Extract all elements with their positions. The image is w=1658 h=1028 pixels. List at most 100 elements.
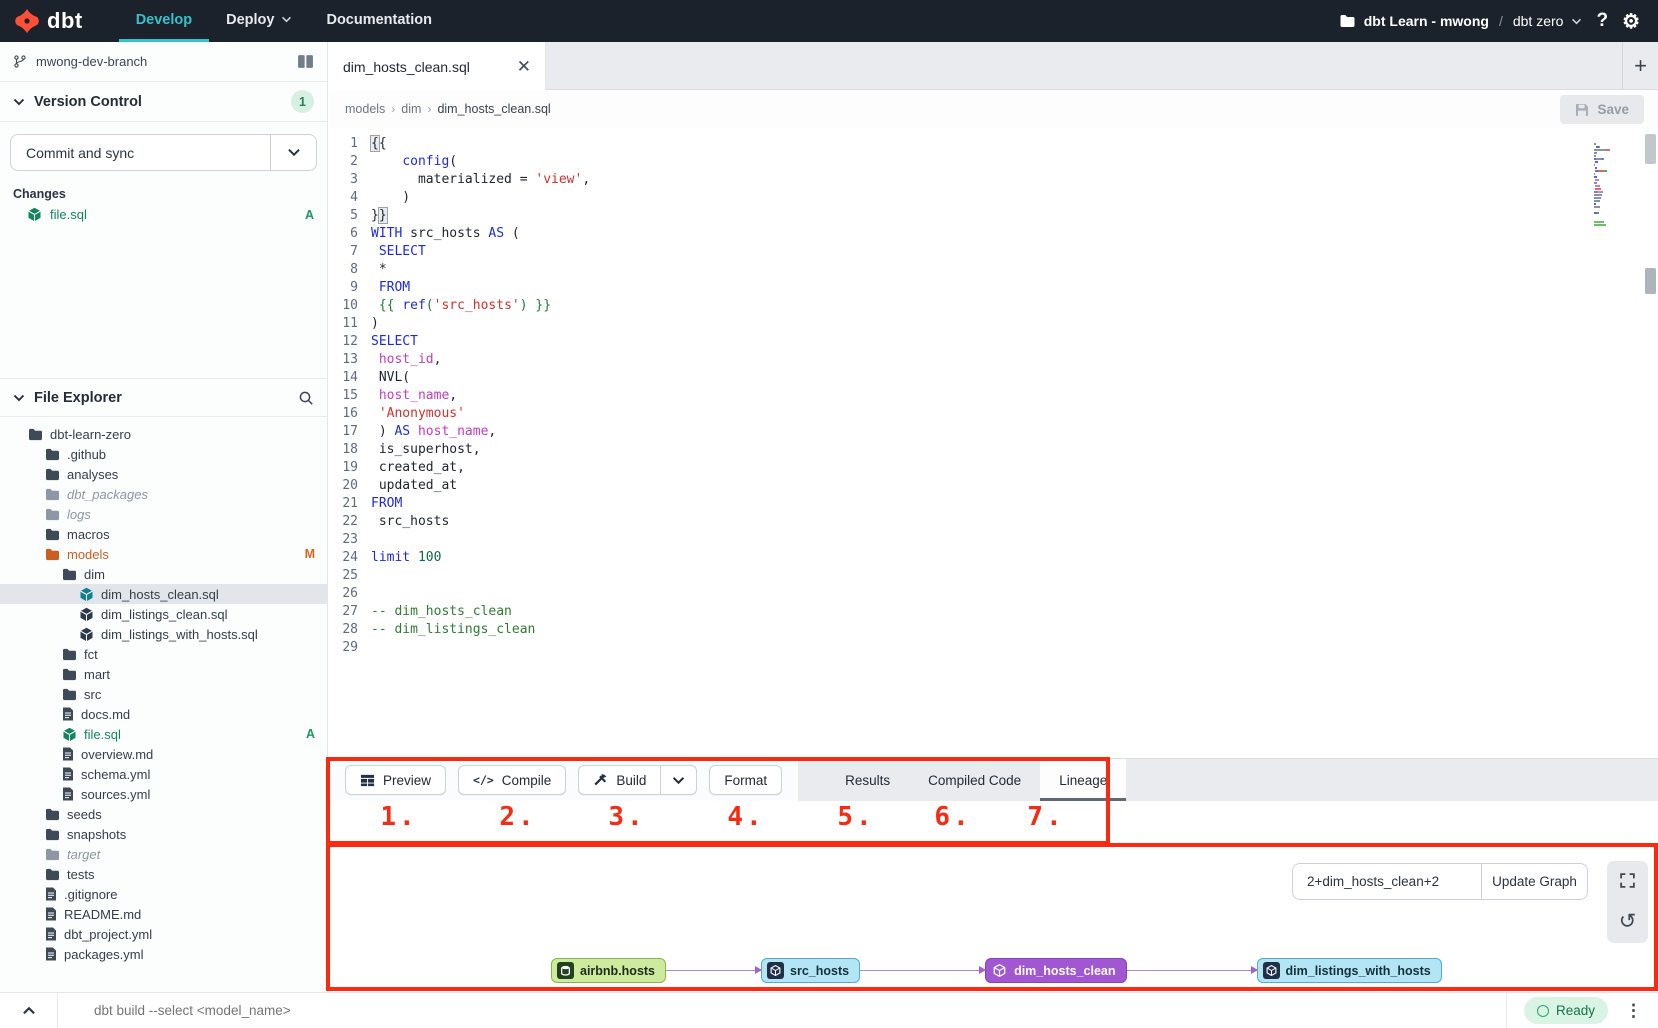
model-cube-icon [1263, 962, 1280, 979]
top-nav-right: dbt Learn - mwong / dbt zero ? ⚙ [1339, 0, 1658, 42]
code-line: 25 [329, 567, 1658, 585]
breadcrumb-dim[interactable]: dim [401, 102, 421, 116]
tab-results[interactable]: Results [826, 759, 909, 801]
status-label: Ready [1556, 1003, 1595, 1018]
dbt-logo[interactable]: dbt [0, 0, 93, 42]
code-line: 27-- dim_hosts_clean [329, 603, 1658, 621]
reader-view-icon[interactable] [297, 54, 314, 69]
file-tree-item-dbt-project-yml[interactable]: dbt_project.yml [0, 924, 327, 944]
compile-button[interactable]: </> Compile [458, 765, 566, 795]
lineage-node-dim-hosts-clean[interactable]: dim_hosts_clean [985, 958, 1126, 983]
file-tree-label: dim_listings_with_hosts.sql [101, 627, 258, 642]
code-line: 14 NVL( [329, 369, 1658, 387]
file-tree-item-dim-listings-clean-sql[interactable]: dim_listings_clean.sql [0, 604, 327, 624]
file-tree-item-tests[interactable]: tests [0, 864, 327, 884]
file-tree-item-seeds[interactable]: seeds [0, 804, 327, 824]
code-line: 5}} [329, 207, 1658, 225]
lineage-node-src-hosts[interactable]: src_hosts [761, 958, 860, 983]
lineage-selector-input[interactable] [1292, 863, 1481, 900]
commit-button-label[interactable]: Commit and sync [11, 135, 270, 170]
tab-compiled-code[interactable]: Compiled Code [909, 759, 1040, 801]
file-tree-item--github[interactable]: .github [0, 444, 327, 464]
commit-and-sync-button[interactable]: Commit and sync [10, 134, 317, 171]
build-label: Build [616, 773, 646, 788]
lineage-node-source[interactable]: airbnb.hosts [551, 958, 666, 983]
file-tree-item-target[interactable]: target [0, 844, 327, 864]
version-control-header[interactable]: Version Control 1 [0, 82, 327, 122]
save-button[interactable]: Save [1560, 95, 1644, 124]
minimap[interactable] [1594, 136, 1638, 223]
file-tree-item--gitignore[interactable]: .gitignore [0, 884, 327, 904]
code-text: * [371, 261, 387, 279]
format-button[interactable]: Format [709, 765, 782, 795]
file-tree-item-dbt-learn-zero[interactable]: dbt-learn-zero [0, 424, 327, 444]
code-text: -- dim_listings_clean [371, 621, 535, 639]
file-tree-item-dim-hosts-clean-sql[interactable]: dim_hosts_clean.sql [0, 584, 327, 604]
file-tree-item-sources-yml[interactable]: sources.yml [0, 784, 327, 804]
file-tree-item-src[interactable]: src [0, 684, 327, 704]
table-icon [360, 773, 375, 788]
command-input[interactable] [94, 1003, 694, 1018]
code-text: NVL( [371, 369, 410, 387]
code-editor[interactable]: 1{{2 config(3 materialized = 'view',4 )5… [329, 128, 1658, 758]
file-explorer: File Explorer dbt-learn-zero.githubanaly… [0, 378, 327, 992]
project-switcher[interactable]: dbt Learn - mwong / dbt zero [1339, 13, 1583, 29]
file-tree-item-packages-yml[interactable]: packages.yml [0, 944, 327, 964]
line-number: 23 [329, 531, 371, 549]
breadcrumb-models[interactable]: models [345, 102, 385, 116]
preview-button[interactable]: Preview [345, 765, 446, 795]
file-tree-item-mart[interactable]: mart [0, 664, 327, 684]
help-icon[interactable]: ? [1596, 10, 1608, 32]
nav-item-documentation[interactable]: Documentation [309, 0, 449, 42]
file-tree-item-macros[interactable]: macros [0, 524, 327, 544]
update-graph-button[interactable]: Update Graph [1481, 863, 1588, 900]
scrollbar-thumb[interactable] [1645, 268, 1656, 294]
file-tree-item-models[interactable]: modelsM [0, 544, 327, 564]
nav-item-develop[interactable]: Develop [119, 0, 209, 42]
tab-title: dim_hosts_clean.sql [343, 59, 507, 75]
file-tree-item-snapshots[interactable]: snapshots [0, 824, 327, 844]
reset-view-icon[interactable]: ↺ [1619, 911, 1637, 932]
file-tree-item-schema-yml[interactable]: schema.yml [0, 764, 327, 784]
fullscreen-icon[interactable] [1619, 872, 1636, 889]
compile-label: Compile [502, 773, 552, 788]
file-tree-label: sources.yml [81, 787, 150, 802]
build-button[interactable]: Build [579, 766, 660, 794]
file-tree-item-dim-listings-with-hosts-sql[interactable]: dim_listings_with_hosts.sql [0, 624, 327, 644]
tab-lineage[interactable]: Lineage [1040, 759, 1126, 801]
file-tree-item-docs-md[interactable]: docs.md [0, 704, 327, 724]
expand-console-button[interactable] [0, 993, 58, 1028]
search-icon[interactable] [298, 390, 314, 406]
file-tree-item-fct[interactable]: fct [0, 644, 327, 664]
code-text: 'Anonymous' [371, 405, 465, 423]
gear-icon[interactable]: ⚙ [1622, 9, 1640, 34]
close-icon[interactable]: ✕ [517, 58, 531, 75]
code-text: {{ [371, 135, 387, 153]
file-tree-item-dim[interactable]: dim [0, 564, 327, 584]
file-tree-item-dbt-packages[interactable]: dbt_packages [0, 484, 327, 504]
nav-item-deploy[interactable]: Deploy [209, 0, 309, 42]
file-tree-label: snapshots [67, 827, 126, 842]
code-text: FROM [371, 279, 410, 297]
code-line: 17 ) AS host_name, [329, 423, 1658, 441]
changed-file-row[interactable]: file.sql A [0, 204, 327, 225]
line-number: 1 [329, 135, 371, 153]
file-tree-item-readme-md[interactable]: README.md [0, 904, 327, 924]
build-options-button[interactable] [660, 766, 696, 794]
scrollbar-thumb[interactable] [1645, 134, 1656, 164]
file-explorer-header[interactable]: File Explorer [0, 379, 327, 417]
file-tree-item-logs[interactable]: logs [0, 504, 327, 524]
file-tree-item-file-sql[interactable]: file.sqlA [0, 724, 327, 744]
file-explorer-title: File Explorer [34, 390, 122, 406]
commit-options-button[interactable] [270, 135, 316, 170]
file-tree-item-overview-md[interactable]: overview.md [0, 744, 327, 764]
document-icon [45, 927, 57, 941]
kebab-menu-icon[interactable]: ⋮ [1625, 1001, 1642, 1021]
line-number: 18 [329, 441, 371, 459]
new-tab-button[interactable]: + [1622, 42, 1658, 89]
breadcrumb-file[interactable]: dim_hosts_clean.sql [437, 102, 550, 116]
file-tree-item-analyses[interactable]: analyses [0, 464, 327, 484]
line-number: 5 [329, 207, 371, 225]
tab-dim-hosts-clean[interactable]: dim_hosts_clean.sql ✕ [329, 42, 546, 91]
lineage-node-dim-listings-with-hosts[interactable]: dim_listings_with_hosts [1257, 958, 1442, 983]
